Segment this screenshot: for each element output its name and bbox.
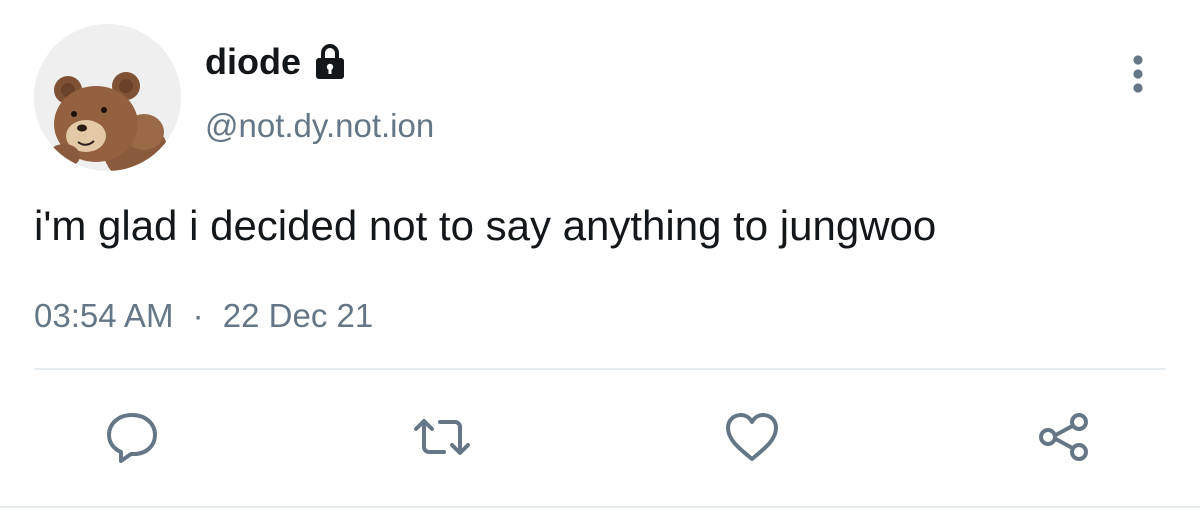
bottom-border — [0, 506, 1200, 508]
like-button[interactable] — [717, 402, 787, 472]
lock-icon — [315, 43, 345, 81]
teddy-bear-avatar-image — [34, 24, 181, 171]
vertical-ellipsis-icon — [1133, 55, 1143, 93]
retweet-arrows-icon — [414, 419, 470, 455]
timestamp-separator: · — [192, 297, 204, 334]
tweet-date: 22 Dec 21 — [222, 297, 374, 334]
more-options-button[interactable] — [1118, 48, 1158, 100]
share-nodes-icon — [1039, 413, 1088, 461]
retweet-button[interactable] — [407, 402, 477, 472]
tweet-card: diode @not.dy.not.ion i'm glad i decided… — [0, 0, 1200, 524]
user-handle[interactable]: @not.dy.not.ion — [205, 104, 434, 148]
tweet-text: i'm glad i decided not to say anything t… — [34, 202, 937, 249]
heart-outline-icon — [726, 413, 778, 461]
display-name-text: diode — [205, 41, 301, 82]
display-name[interactable]: diode — [205, 40, 345, 84]
avatar[interactable] — [34, 24, 181, 171]
speech-bubble-icon — [107, 413, 157, 463]
divider — [34, 368, 1166, 370]
share-button[interactable] — [1029, 402, 1099, 472]
reply-button[interactable] — [97, 402, 167, 472]
tweet-time: 03:54 AM — [34, 297, 174, 334]
tweet-timestamp[interactable]: 03:54 AM · 22 Dec 21 — [34, 294, 373, 338]
